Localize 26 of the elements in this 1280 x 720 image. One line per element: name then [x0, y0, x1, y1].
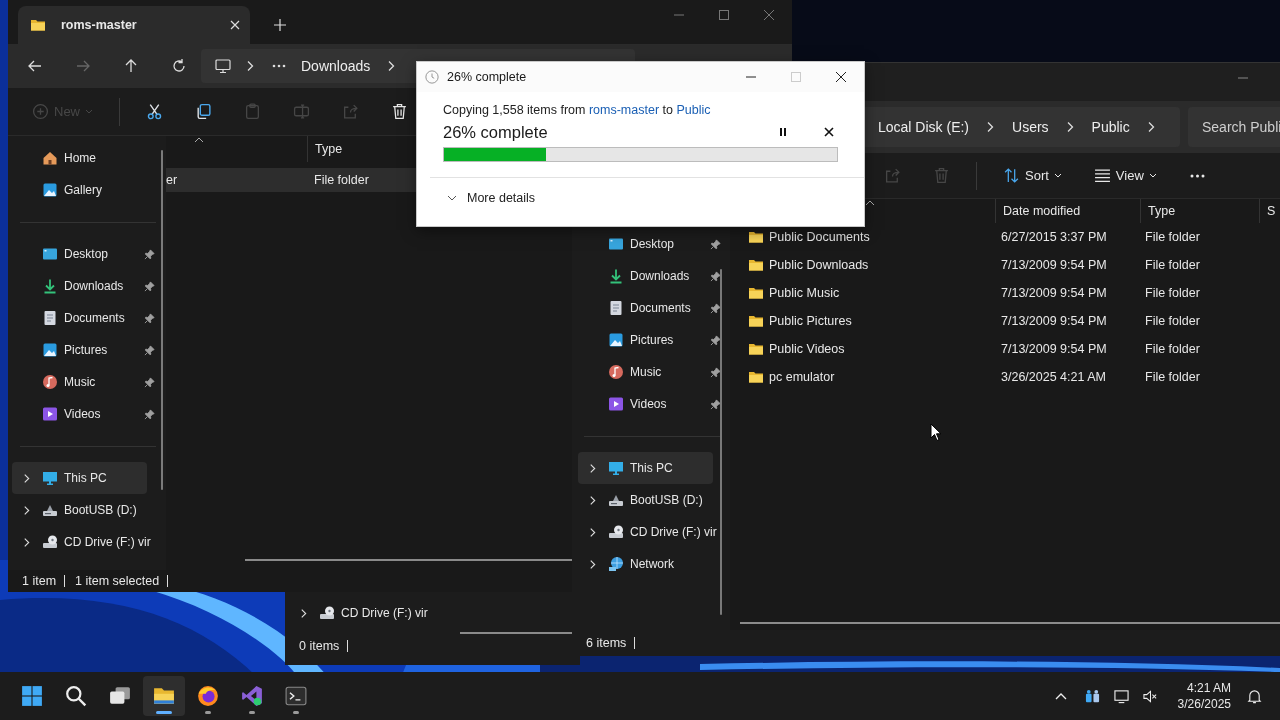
table-cell: File folder	[314, 173, 369, 187]
dialog-title: 26% complete	[447, 70, 528, 84]
table-cell-text: File folder	[1145, 342, 1201, 356]
table-cell-text: 7/13/2009 9:54 PM	[1000, 342, 1108, 356]
table-cell-text: 3/26/2025 4:21 AM	[1000, 370, 1107, 384]
progress-heading: 26% complete	[443, 122, 549, 142]
table-cell-text: 7/13/2009 9:54 PM	[1000, 258, 1108, 272]
table-cell: Public Documents	[769, 230, 870, 244]
table-cell: Public Music	[769, 286, 840, 300]
status-text: 6 items	[586, 636, 627, 650]
table-cell-text: File folder	[1145, 286, 1201, 300]
table-cell-text: File folder	[1145, 370, 1201, 384]
table-cell-text: 7/13/2009 9:54 PM	[1000, 314, 1108, 328]
status-text: 1 item	[22, 574, 57, 588]
table-cell-text: File folder	[1145, 230, 1201, 244]
table-cell-text: File folder	[1145, 258, 1201, 272]
table-cell-text: er	[166, 173, 179, 187]
status-text: 1 item selected	[75, 574, 160, 588]
table-cell: Public Pictures	[769, 314, 852, 328]
table-cell-text: 6/27/2015 3:37 PM	[1000, 230, 1108, 244]
status-text: 0 items	[299, 639, 340, 653]
table-cell-text: File folder	[1145, 314, 1201, 328]
table-cell: Public Videos	[769, 342, 845, 356]
table-cell: Public Downloads	[769, 258, 869, 272]
table-cell: pc emulator	[769, 370, 835, 384]
table-cell-text: 7/13/2009 9:54 PM	[1000, 286, 1108, 300]
